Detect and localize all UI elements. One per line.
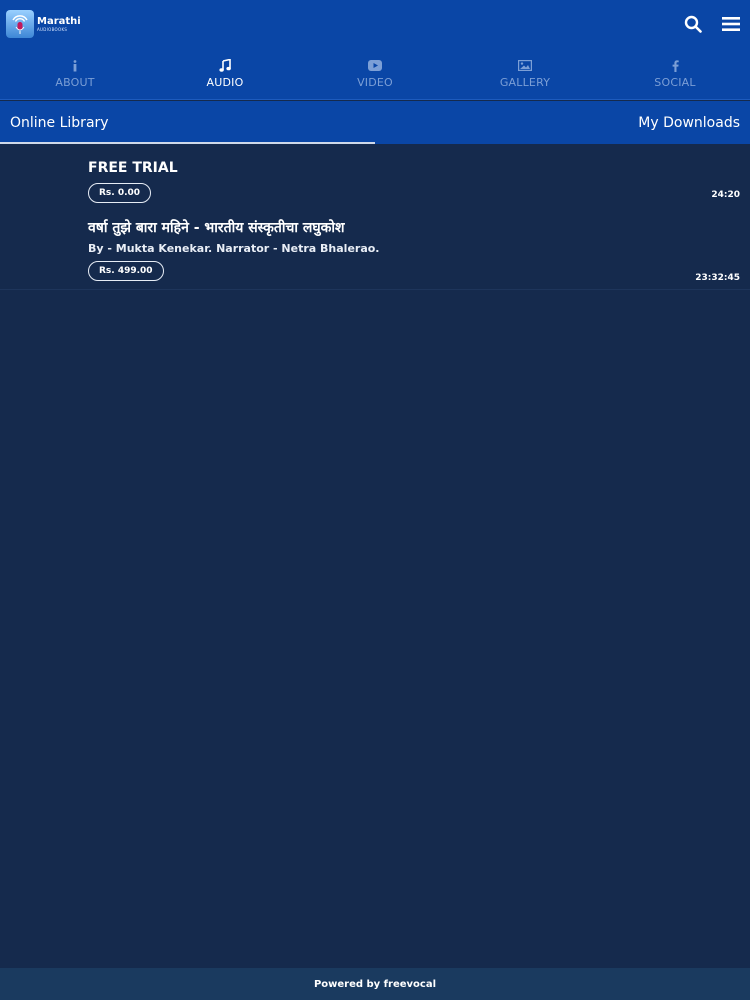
tab-gallery[interactable]: GALLERY [450,48,600,99]
logo-title: Marathi [37,15,81,27]
youtube-play-icon [368,59,382,73]
main-nav-tabs: ABOUT AUDIO VIDEO GALLERY SOCIAL [0,48,750,100]
music-note-icon [219,59,231,73]
price-button[interactable]: Rs. 499.00 [88,261,164,281]
item-duration: 24:20 [711,190,740,200]
tab-about[interactable]: ABOUT [0,48,150,99]
microphone-icon [6,10,34,38]
tab-video-label: VIDEO [357,75,393,89]
library-sub-tabs: Online Library My Downloads [0,101,750,144]
item-title: FREE TRIAL [88,160,178,176]
logo-subtitle: AUDIOBOOKS [37,26,68,32]
app-logo[interactable]: Marathi AUDIOBOOKS [6,10,81,38]
facebook-icon [672,59,679,73]
tab-gallery-label: GALLERY [499,75,551,89]
tab-online-library[interactable]: Online Library [0,101,119,144]
audiobook-list: FREE TRIAL Rs. 0.00 24:20 वर्षा तुझे बार… [0,144,750,290]
item-title: वर्षा तुझे बारा महिने - भारतीय संस्कृतीच… [88,220,345,236]
info-icon [72,59,78,73]
item-author-narrator: By - Mukta Kenekar. Narrator - Netra Bha… [88,242,380,255]
item-duration: 23:32:45 [695,273,740,283]
tab-social-label: SOCIAL [654,75,696,89]
menu-icon[interactable] [720,13,742,35]
tab-audio-label: AUDIO [206,75,244,89]
image-icon [518,59,532,73]
tab-audio[interactable]: AUDIO [150,48,300,99]
powered-by-text: Powered by freevocal [313,978,437,990]
list-item[interactable]: वर्षा तुझे बारा महिने - भारतीय संस्कृतीच… [0,208,750,290]
list-item[interactable]: FREE TRIAL Rs. 0.00 24:20 [0,144,750,208]
footer: Powered by freevocal [0,968,750,1000]
price-button[interactable]: Rs. 0.00 [88,183,152,203]
tab-video[interactable]: VIDEO [300,48,450,99]
top-bar: Marathi AUDIOBOOKS [0,0,750,48]
search-icon[interactable] [682,13,704,35]
tab-social[interactable]: SOCIAL [600,48,750,99]
tab-about-label: ABOUT [55,75,95,89]
tab-my-downloads[interactable]: My Downloads [628,101,750,144]
